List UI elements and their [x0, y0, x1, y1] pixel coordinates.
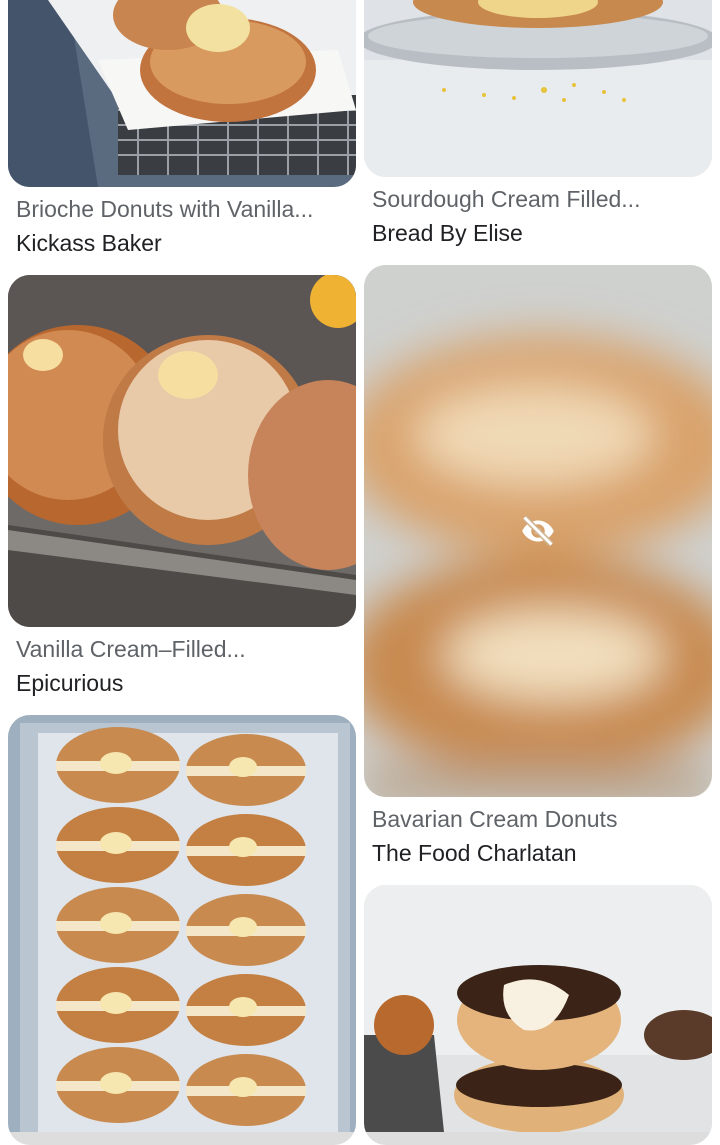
result-title[interactable]: Bavarian Cream Donuts: [372, 804, 708, 834]
result-title[interactable]: Brioche Donuts with Vanilla...: [16, 194, 352, 224]
result-source[interactable]: Epicurious: [16, 668, 352, 698]
result-source[interactable]: Kickass Baker: [16, 228, 352, 258]
eye-off-icon[interactable]: [520, 513, 556, 549]
result-image[interactable]: [364, 885, 712, 1145]
result-image[interactable]: [8, 275, 356, 627]
result-image[interactable]: [364, 0, 712, 177]
result-title[interactable]: Vanilla Cream–Filled...: [16, 634, 352, 664]
result-image[interactable]: [8, 0, 356, 187]
result-image[interactable]: [8, 715, 356, 1145]
result-source[interactable]: Bread By Elise: [372, 218, 708, 248]
result-source[interactable]: The Food Charlatan: [372, 838, 708, 868]
result-image[interactable]: [364, 265, 712, 797]
result-title[interactable]: Sourdough Cream Filled...: [372, 184, 708, 214]
